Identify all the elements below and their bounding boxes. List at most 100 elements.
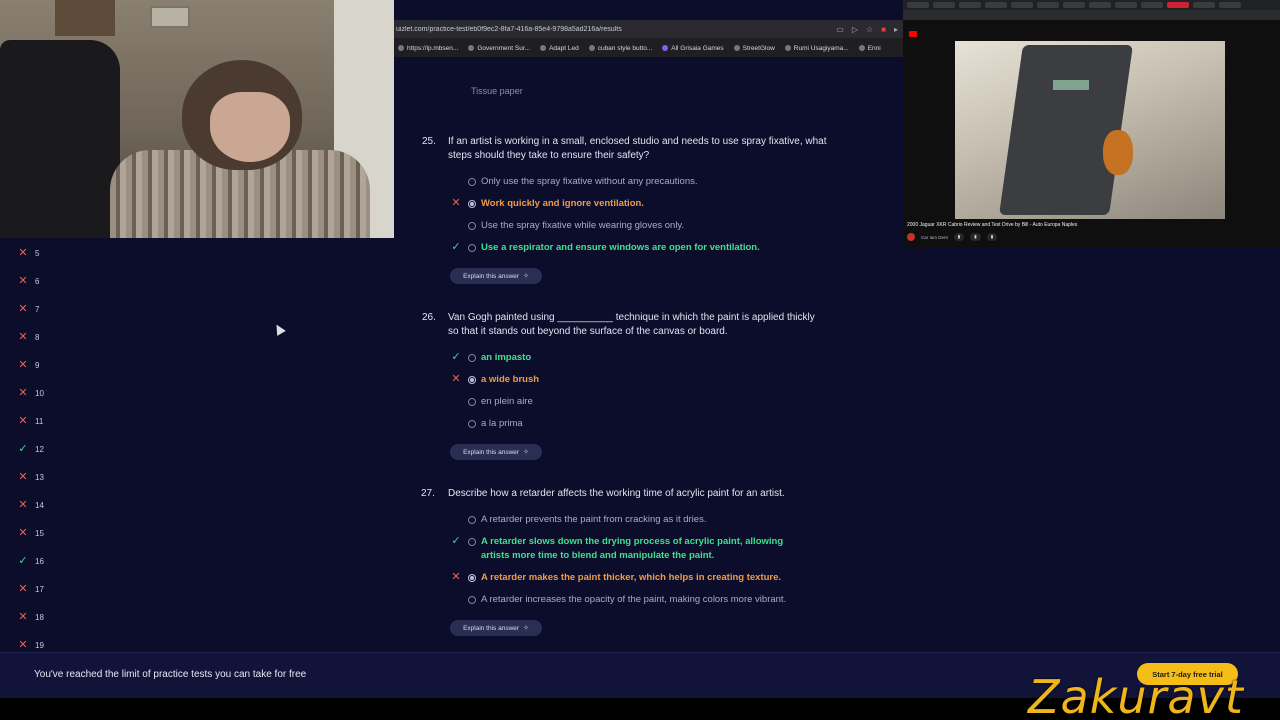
question-nav-number: 13 bbox=[35, 472, 44, 482]
explain-answer-button[interactable]: Explain this answer ✧ bbox=[450, 268, 542, 284]
answer-text: an impasto bbox=[481, 352, 532, 363]
address-bar[interactable]: uizlet.com/practice-test/eb0f9ec2-8fa7-4… bbox=[394, 20, 904, 38]
radio-icon bbox=[468, 244, 476, 252]
question-nav-item[interactable]: ✕ 18 bbox=[18, 607, 44, 627]
extension-icon[interactable]: ■ bbox=[881, 25, 886, 34]
bookmark-item[interactable]: All Grisaia Games bbox=[662, 45, 724, 52]
video-frame-display bbox=[1053, 80, 1089, 90]
video-frame-gear-knob bbox=[1103, 130, 1133, 175]
question-nav-item[interactable]: ✕ 15 bbox=[18, 523, 44, 543]
answer-text: a wide brush bbox=[481, 374, 540, 385]
question-nav: ✕ 5 ✕ 6 ✕ 7 ✕ 8 ✕ 9 ✕ 10 ✕ 11 ✓ 12 ✕ 13 ✕ 14 ✕ 15 ✓ 16 ✕ 17 ✕ 18 ✕ 19 bbox=[0, 240, 394, 652]
screen-share-icon[interactable]: ▭ bbox=[836, 25, 844, 34]
limit-message: You've reached the limit of practice tes… bbox=[34, 669, 307, 680]
question-nav-item[interactable]: ✕ 11 bbox=[18, 411, 43, 431]
channel-name[interactable]: Car Iam Dent bbox=[921, 235, 948, 240]
bookmark-label: Rumi Usagiyama... bbox=[793, 44, 849, 52]
question-nav-item[interactable]: ✕ 9 bbox=[18, 355, 39, 375]
yt-address-bar[interactable] bbox=[903, 10, 1280, 20]
bookmark-icon bbox=[540, 45, 547, 51]
explain-label: Explain this answer bbox=[463, 624, 520, 632]
answer-text: en plein aire bbox=[481, 396, 533, 407]
url-text: uizlet.com/practice-test/eb0f9ec2-8fa7-4… bbox=[396, 25, 622, 33]
incorrect-x-icon: ✕ bbox=[18, 303, 28, 315]
answer-text: A retarder makes the paint thicker, whic… bbox=[481, 572, 782, 583]
incorrect-x-icon: ✕ bbox=[18, 471, 28, 483]
incorrect-x-icon: ✕ bbox=[18, 639, 28, 651]
bookmark-icon bbox=[662, 45, 669, 51]
bookmark-label: Adapt Led bbox=[549, 44, 579, 52]
question-nav-item[interactable]: ✓ 16 bbox=[18, 551, 44, 571]
sparkle-icon: ✧ bbox=[523, 625, 529, 632]
question-nav-number: 16 bbox=[35, 556, 44, 566]
radio-icon bbox=[468, 354, 476, 362]
answer-text: Use a respirator and ensure windows are … bbox=[481, 242, 760, 253]
incorrect-x-icon: ✕ bbox=[18, 275, 28, 287]
radio-icon bbox=[468, 516, 476, 524]
incorrect-x-icon: ✕ bbox=[18, 247, 28, 259]
correct-check-icon: ✓ bbox=[451, 351, 461, 363]
radio-selected-icon bbox=[468, 574, 476, 582]
channel-avatar[interactable] bbox=[907, 233, 915, 241]
question-nav-item[interactable]: ✕ 17 bbox=[18, 579, 44, 599]
correct-check-icon: ✓ bbox=[451, 241, 461, 253]
question-nav-item[interactable]: ✕ 14 bbox=[18, 495, 44, 515]
play-icon[interactable]: ▷ bbox=[852, 25, 858, 34]
bookmark-star-icon[interactable]: ☆ bbox=[866, 25, 873, 34]
incorrect-x-icon: ✕ bbox=[18, 499, 28, 511]
question-body: Van Gogh painted using __________ techni… bbox=[448, 312, 815, 337]
results-content: Tissue paper 25. If an artist is working… bbox=[394, 57, 904, 652]
bookmark-item[interactable]: https://lp.mbsen... bbox=[398, 45, 458, 52]
bookmark-item[interactable]: Enni bbox=[858, 44, 881, 52]
menu-icon[interactable]: ▸ bbox=[894, 25, 898, 34]
question-nav-item[interactable]: ✕ 13 bbox=[18, 467, 44, 487]
radio-icon bbox=[468, 178, 476, 186]
screen: uizlet.com/practice-test/eb0f9ec2-8fa7-4… bbox=[0, 0, 1280, 720]
question-body: Describe how a retarder affects the work… bbox=[448, 488, 785, 499]
explain-label: Explain this answer bbox=[463, 448, 520, 456]
question-nav-item[interactable]: ✓ 12 bbox=[18, 439, 44, 459]
bookmarks-bar: https://lp.mbsen... Government Sur... Ad… bbox=[394, 39, 904, 57]
question-body: If an artist is working in a small, encl… bbox=[448, 136, 827, 161]
question-nav-item[interactable]: ✕ 8 bbox=[18, 327, 39, 347]
bookmark-icon bbox=[733, 45, 740, 51]
question-nav-item[interactable]: ✕ 6 bbox=[18, 271, 39, 291]
share-button[interactable]: ▮ bbox=[986, 233, 998, 241]
question-nav-number: 12 bbox=[35, 444, 44, 454]
question-nav-item[interactable]: ✕ 10 bbox=[18, 383, 44, 403]
explain-answer-button[interactable]: Explain this answer ✧ bbox=[450, 620, 542, 636]
bookmark-label: cuban style butto... bbox=[597, 44, 653, 52]
bookmark-label: Enni bbox=[867, 44, 881, 52]
bookmark-label: Government Sur... bbox=[477, 44, 531, 52]
subscribe-button[interactable]: ▮ bbox=[953, 233, 965, 241]
bookmark-item[interactable]: Rumi Usagiyama... bbox=[784, 44, 849, 52]
like-button[interactable]: ▮ bbox=[970, 233, 981, 241]
bookmark-icon bbox=[398, 45, 404, 51]
radio-icon bbox=[468, 222, 476, 230]
sparkle-icon: ✧ bbox=[523, 449, 529, 456]
streamer-watermark: Zakuravt bbox=[1028, 670, 1244, 720]
explain-answer-button[interactable]: Explain this answer ✧ bbox=[450, 444, 542, 460]
video-meta: Car Iam Dent ▮ ▮ ▮ bbox=[907, 231, 1277, 243]
question-nav-item[interactable]: ✕ 7 bbox=[18, 299, 39, 319]
incorrect-x-icon: ✕ bbox=[18, 583, 28, 595]
bookmark-item[interactable]: Adapt Led bbox=[540, 45, 579, 52]
radio-icon bbox=[468, 538, 476, 546]
incorrect-x-icon: ✕ bbox=[18, 527, 28, 539]
youtube-logo-icon[interactable] bbox=[909, 31, 917, 37]
answer-text: A retarder slows down the drying process… bbox=[481, 536, 784, 561]
youtube-overlay: 2000 Jaguar XKR Cabrio Review and Test D… bbox=[903, 0, 1280, 248]
correct-check-icon: ✓ bbox=[18, 443, 28, 455]
bookmark-icon bbox=[858, 45, 865, 51]
question-nav-item[interactable]: ✕ 5 bbox=[18, 243, 39, 263]
radio-selected-icon bbox=[468, 200, 476, 208]
question-number: 25. bbox=[422, 136, 436, 147]
prev-option-text: Tissue paper bbox=[471, 86, 523, 96]
browser-chrome: uizlet.com/practice-test/eb0f9ec2-8fa7-4… bbox=[394, 20, 904, 57]
question-nav-number: 8 bbox=[35, 332, 40, 342]
incorrect-x-icon: ✕ bbox=[18, 331, 28, 343]
radio-icon bbox=[468, 596, 476, 604]
bookmark-item[interactable]: cuban style butto... bbox=[588, 44, 653, 52]
bookmark-item[interactable]: StreetGlow bbox=[733, 45, 775, 52]
bookmark-item[interactable]: Government Sur... bbox=[468, 45, 530, 52]
